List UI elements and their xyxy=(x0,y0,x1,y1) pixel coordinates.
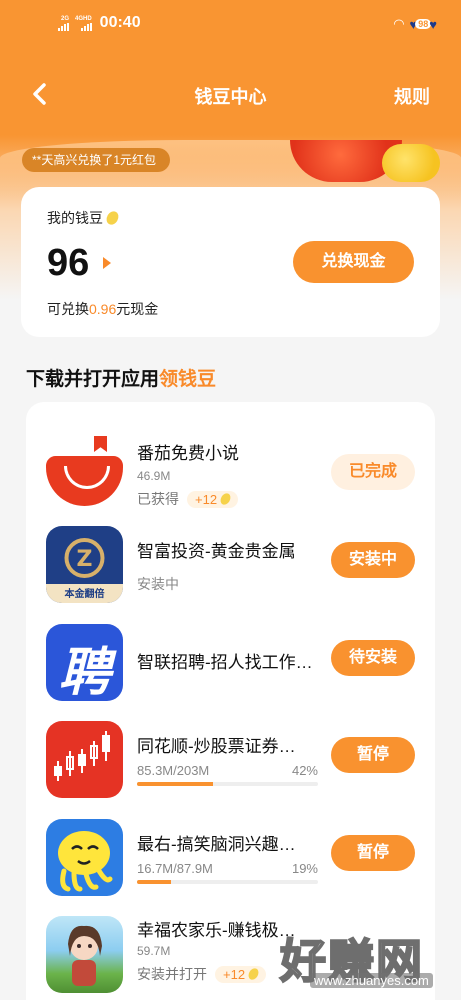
bean-balance-card: 我的钱豆 96 兑换现金 可兑换0.96元现金 xyxy=(21,187,440,337)
app-icon-caption: 本金翻倍 xyxy=(64,589,105,600)
network-type-1: 2G xyxy=(60,15,69,22)
app-status: 安装中 xyxy=(137,576,179,592)
installing-button[interactable]: 安装中 xyxy=(331,542,415,578)
app-name: 同花顺-炒股票证券… xyxy=(137,737,296,756)
section-title-text: 下载并打开应用 xyxy=(26,369,160,390)
app-status-text: 安装并打开 xyxy=(137,966,207,982)
status-time: 00:40 xyxy=(99,14,141,31)
rules-link[interactable]: 规则 xyxy=(394,83,430,109)
note-prefix: 可兑换 xyxy=(47,301,89,317)
watermark-url: www.zhuanyes.com xyxy=(310,973,433,988)
battery-icon: ♥ 98 ♥ xyxy=(409,16,437,32)
app-status: 安装并打开 +12 xyxy=(137,964,267,984)
list-item[interactable]: Z 本金翻倍 智富投资-黄金贵金属 安装中 安装中 xyxy=(26,512,435,606)
app-name: 番茄免费小说 xyxy=(137,444,239,463)
app-status-text: 已获得 xyxy=(137,491,179,507)
reward-badge: +12 xyxy=(215,965,267,983)
tonghuashun-app-icon xyxy=(46,721,123,798)
bean-label-text: 我的钱豆 xyxy=(47,210,103,226)
note-amount: 0.96 xyxy=(89,301,117,317)
exchange-ticker: **天高兴兑换了1元红包 xyxy=(22,148,171,172)
watermark-logo: 好赚网 www.zhuanyes.com xyxy=(279,925,450,995)
note-suffix: 元现金 xyxy=(116,301,159,317)
signal-icon-2: 4GHD xyxy=(75,16,92,31)
completed-button[interactable]: 已完成 xyxy=(331,454,415,490)
download-progress-bar xyxy=(137,782,318,786)
bean-icon xyxy=(246,966,261,982)
network-type-2: 4GHD xyxy=(75,15,92,22)
decorative-bean-icon xyxy=(382,144,440,182)
download-size: 85.3M/203M xyxy=(137,763,210,778)
bookmark-icon xyxy=(94,436,107,452)
bean-icon xyxy=(104,209,121,227)
section-title-highlight: 领钱豆 xyxy=(159,369,217,390)
svg-text:Z: Z xyxy=(77,547,93,572)
app-size: 59.7M xyxy=(137,944,171,958)
reward-amount: +12 xyxy=(223,966,246,982)
zhifu-app-icon: Z 本金翻倍 xyxy=(46,526,123,603)
app-name: 智富投资-黄金贵金属 xyxy=(137,542,296,561)
bean-label: 我的钱豆 xyxy=(47,208,121,228)
app-status: 已获得 +12 xyxy=(137,489,239,509)
page-title: 钱豆中心 xyxy=(194,87,267,107)
wifi-icon: ◠ xyxy=(393,16,405,31)
pause-button[interactable]: 暂停 xyxy=(331,737,415,773)
list-item[interactable]: 聘 智联招聘-招人找工作… 待安装 xyxy=(26,610,435,704)
app-name: 智联招聘-招人找工作… xyxy=(137,653,313,672)
tomato-novel-app-icon xyxy=(46,456,123,506)
list-item[interactable]: 同花顺-炒股票证券… 85.3M/203M 42% 暂停 xyxy=(26,707,435,801)
download-size: 16.7M/87.9M xyxy=(137,861,213,876)
app-list: 番茄免费小说 46.9M 已获得 +12 已完成 Z 本金翻倍 智富投资-黄金贵… xyxy=(26,402,435,1000)
download-percent: 42% xyxy=(291,763,318,778)
status-bar: 2G 4GHD 00:40 ◠ ♥ 98 ♥ xyxy=(0,0,461,50)
nav-bar: 钱豆中心 规则 xyxy=(0,75,461,115)
farm-game-app-icon xyxy=(46,916,123,993)
bean-balance[interactable]: 96 xyxy=(47,242,89,285)
exchange-note: 可兑换0.96元现金 xyxy=(47,299,158,319)
pending-install-button[interactable]: 待安装 xyxy=(331,640,415,676)
zuiyou-app-icon xyxy=(46,819,123,896)
zhilian-app-icon: 聘 xyxy=(46,624,123,701)
pause-button[interactable]: 暂停 xyxy=(331,835,415,871)
app-icon-glyph: 聘 xyxy=(58,644,111,701)
reward-amount: +12 xyxy=(195,491,218,507)
section-title: 下载并打开应用领钱豆 xyxy=(26,364,216,391)
signal-icon: 2G xyxy=(58,16,69,31)
download-percent: 19% xyxy=(291,861,318,876)
list-item[interactable]: 番茄免费小说 46.9M 已获得 +12 已完成 xyxy=(26,414,435,508)
list-item[interactable]: 最右-搞笑脑洞兴趣… 16.7M/87.9M 19% 暂停 xyxy=(26,805,435,899)
app-name: 最右-搞笑脑洞兴趣… xyxy=(137,835,296,854)
download-progress-bar xyxy=(137,880,318,884)
reward-badge: +12 xyxy=(187,490,239,508)
caret-right-icon[interactable] xyxy=(103,257,111,269)
exchange-cash-button[interactable]: 兑换现金 xyxy=(293,241,414,283)
app-size: 46.9M xyxy=(137,469,171,483)
bean-icon xyxy=(218,491,233,507)
